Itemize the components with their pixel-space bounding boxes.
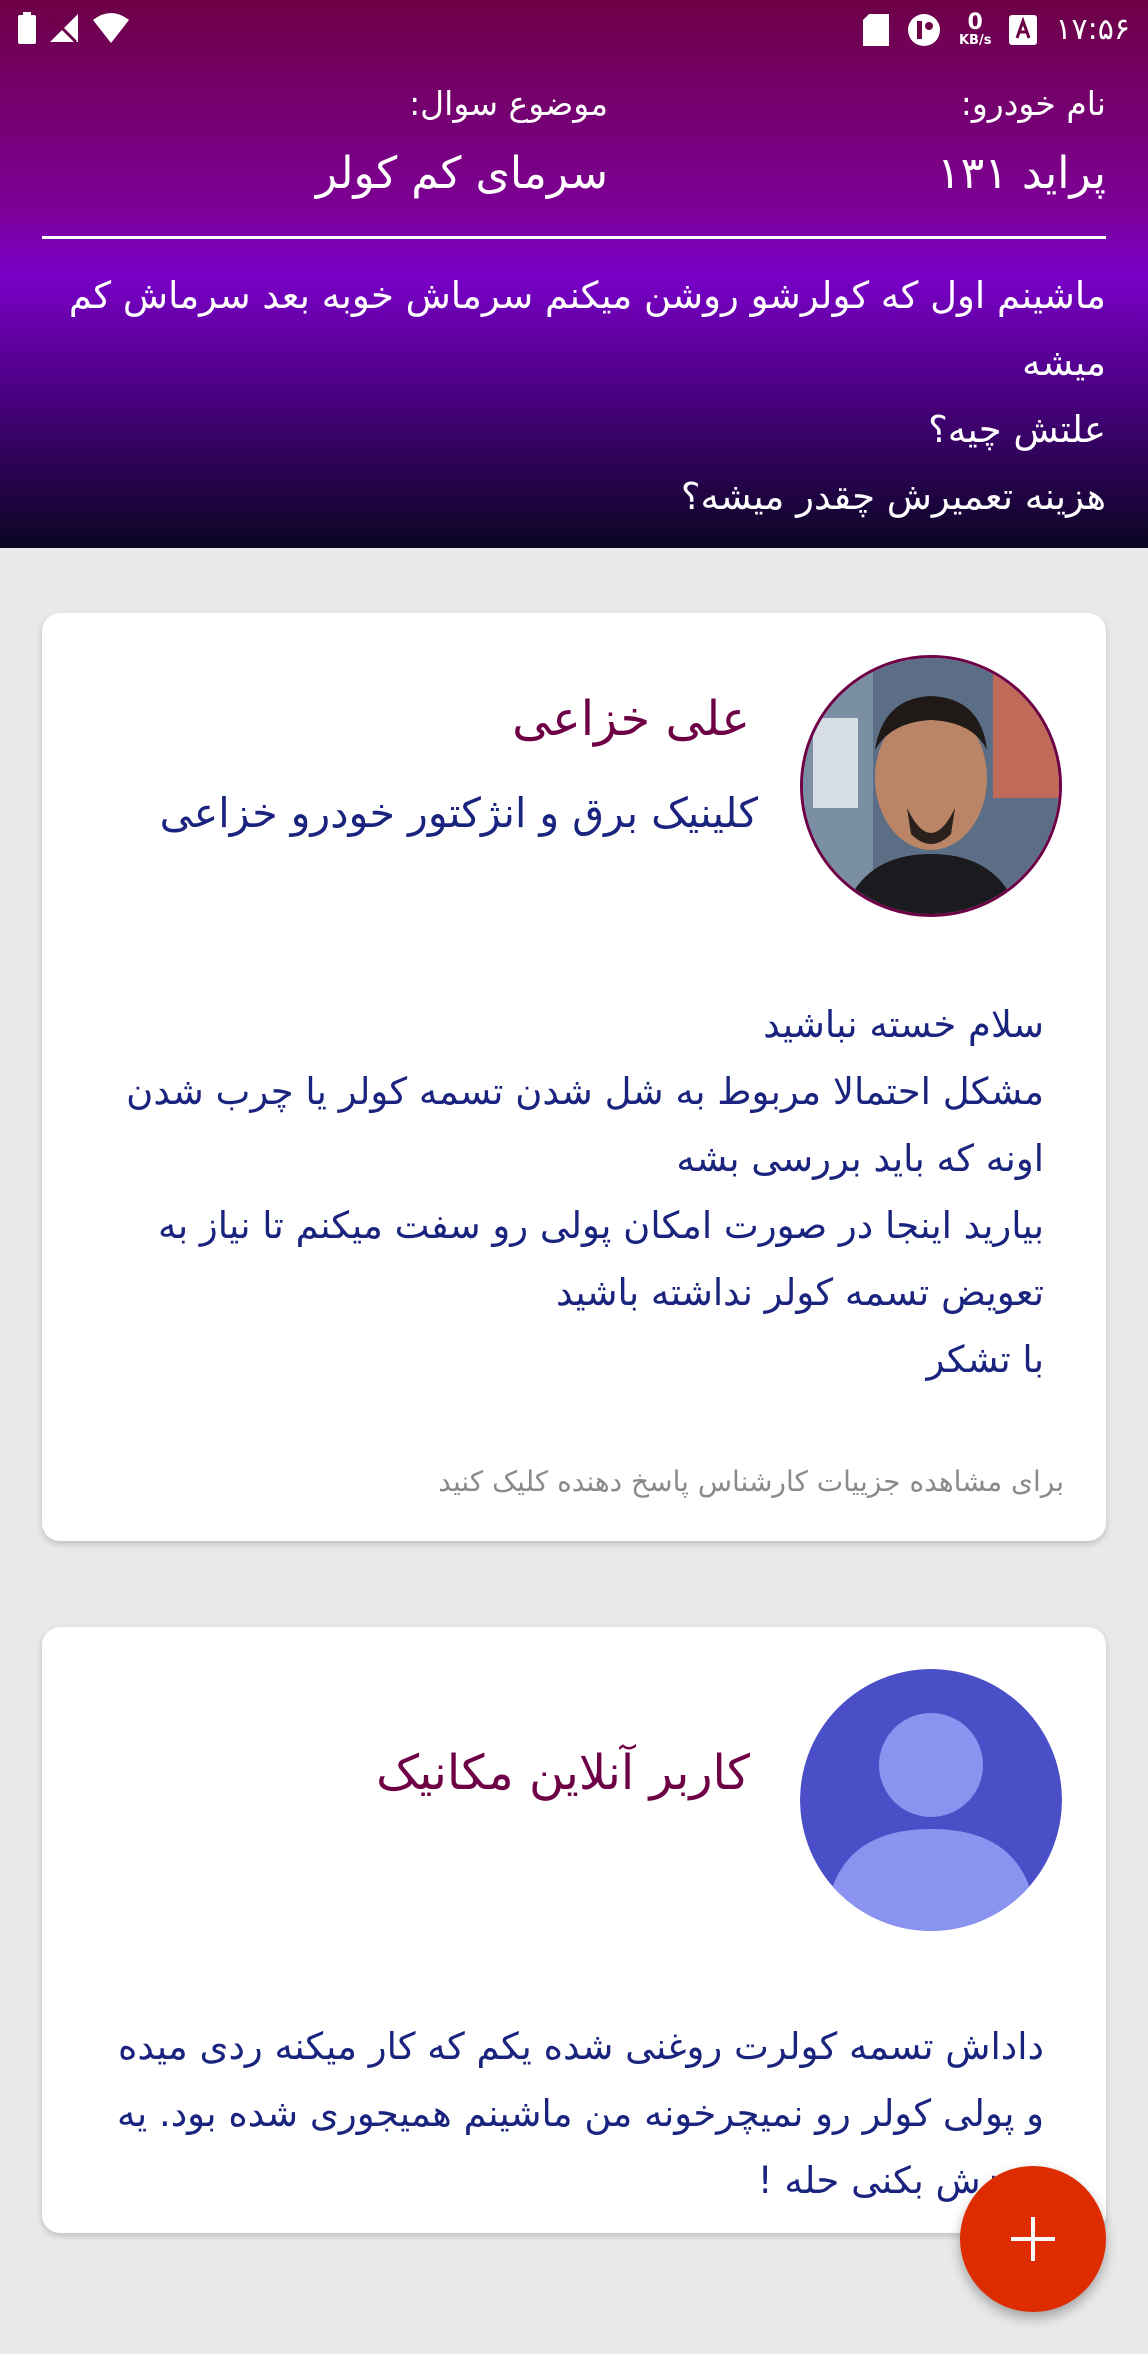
default-user-icon xyxy=(800,1669,1062,1931)
question-header: 0 KB/s ۱۷:۵۶ نام خودرو: پراید ۱۳۱ موضوع … xyxy=(0,0,1148,548)
no-sim-signal-icon xyxy=(48,14,78,44)
network-speed: 0 KB/s xyxy=(958,10,992,48)
network-speed-unit: KB/s xyxy=(958,33,992,48)
expert-company: کلینیک برق و انژکتور خودرو خزاعی xyxy=(159,789,758,837)
topic-value: سرمای کم کولر xyxy=(315,148,608,199)
header-divider xyxy=(42,236,1106,239)
question-text: ماشینم اول که کولرشو روشن میکنم سرماش خو… xyxy=(40,262,1106,530)
expert-details-hint[interactable]: برای مشاهده جزییات کارشناس پاسخ دهنده کل… xyxy=(438,1465,1064,1498)
answer-line: بیارید اینجا در صورت امکان پولی رو سفت م… xyxy=(158,1204,1044,1314)
answer-line: داداش تسمه کولرت روغنی شده یکم که کار می… xyxy=(117,2025,1044,2202)
car-value: پراید ۱۳۱ xyxy=(937,148,1106,199)
car-label: نام خودرو: xyxy=(960,84,1106,123)
answer-line: با تشکر xyxy=(926,1338,1045,1381)
network-speed-value: 0 xyxy=(967,10,983,35)
plus-icon xyxy=(1011,2217,1055,2261)
clock: ۱۷:۵۶ xyxy=(1055,12,1130,47)
answer-line: سلام خسته نباشید xyxy=(763,1003,1044,1046)
expert-avatar xyxy=(800,655,1062,917)
expert-answer-text: سلام خسته نباشید مشکل احتمالا مربوط به ش… xyxy=(104,991,1044,1393)
expert-photo-icon xyxy=(803,658,1059,914)
answer-line: مشکل احتمالا مربوط به شل شدن تسمه کولر ی… xyxy=(126,1070,1044,1180)
add-answer-button[interactable] xyxy=(960,2166,1106,2312)
status-bar: 0 KB/s ۱۷:۵۶ xyxy=(0,0,1148,64)
question-line: ماشینم اول که کولرشو روشن میکنم سرماش خو… xyxy=(68,274,1106,384)
app-notification-icon xyxy=(907,13,940,46)
user-avatar xyxy=(800,1669,1062,1931)
sd-card-icon xyxy=(862,13,889,46)
user-name: کاربر آنلاین مکانیک xyxy=(376,1745,750,1801)
keyboard-a-icon xyxy=(1009,14,1038,45)
expert-name: علی خزاعی xyxy=(512,691,750,747)
answer-card-user[interactable]: کاربر آنلاین مکانیک داداش تسمه کولرت روغ… xyxy=(42,1627,1106,2233)
question-line: علتش چیه؟ xyxy=(928,408,1106,451)
user-answer-text: داداش تسمه کولرت روغنی شده یکم که کار می… xyxy=(104,2013,1044,2214)
wifi-icon xyxy=(93,13,129,43)
answer-card-expert[interactable]: علی خزاعی کلینیک برق و انژکتور خودرو خزا… xyxy=(42,613,1106,1541)
battery-icon xyxy=(18,12,36,44)
question-line: هزینه تعمیرش چقدر میشه؟ xyxy=(680,475,1106,518)
topic-label: موضوع سوال: xyxy=(409,84,608,123)
